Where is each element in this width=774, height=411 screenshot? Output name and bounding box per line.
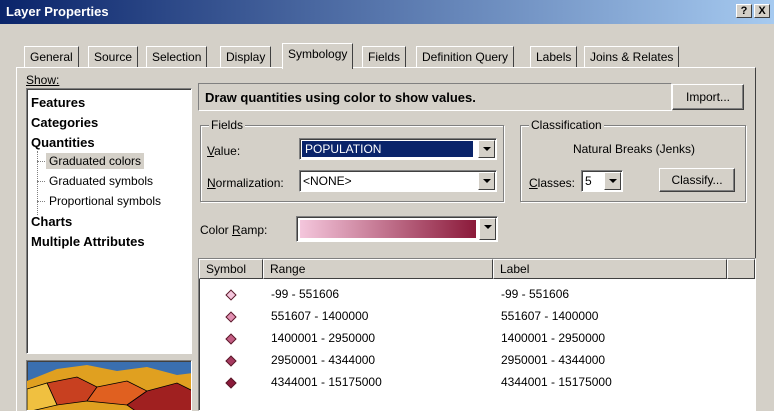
import-button-label: Import... [685, 90, 730, 104]
table-row[interactable]: 551607 - 1400000 551607 - 1400000 [199, 307, 755, 327]
normalization-label: Normalization: [207, 176, 284, 190]
label-cell[interactable]: 551607 - 1400000 [501, 309, 598, 323]
map-preview [26, 360, 192, 411]
tree-item-multiple-attributes[interactable]: Multiple Attributes [31, 234, 145, 249]
label-cell[interactable]: 2950001 - 4344000 [501, 353, 605, 367]
classification-method: Natural Breaks (Jenks) [572, 142, 696, 156]
tree-branch [37, 181, 45, 182]
tab-labels[interactable]: Labels [530, 46, 578, 68]
symbol-table[interactable]: Symbol Range Label -99 - 551606 -99 - 551… [198, 258, 756, 411]
diamond-symbol-icon[interactable] [225, 311, 237, 323]
label-cell[interactable]: -99 - 551606 [501, 287, 569, 301]
color-ramp-select[interactable] [296, 216, 498, 242]
show-tree[interactable]: Features Categories Quantities Graduated… [26, 88, 192, 354]
chevron-down-icon[interactable] [478, 140, 495, 158]
column-header-symbol[interactable]: Symbol [199, 259, 263, 279]
chevron-down-icon[interactable] [604, 172, 621, 190]
title-bar[interactable]: Layer Properties ? X [0, 0, 774, 24]
value-label: Value: [207, 144, 241, 158]
fields-group: Fields Value: POPULATION Normalization: … [200, 118, 504, 202]
tab-joins-relates[interactable]: Joins & Relates [584, 46, 680, 68]
fields-group-label: Fields [209, 118, 246, 132]
tree-item-quantities[interactable]: Quantities [31, 135, 95, 150]
tab-definition-query[interactable]: Definition Query [416, 46, 515, 68]
color-ramp-swatch [300, 220, 476, 238]
classify-button[interactable]: Classify... [659, 168, 735, 192]
close-button[interactable]: X [754, 4, 770, 18]
column-header-range[interactable]: Range [263, 259, 493, 279]
diamond-symbol-icon[interactable] [225, 355, 237, 367]
range-cell[interactable]: 2950001 - 4344000 [271, 353, 375, 367]
show-label: Show: [26, 73, 60, 87]
classes-select[interactable]: 5 [581, 170, 623, 192]
diamond-symbol-icon[interactable] [225, 333, 237, 345]
tab-source[interactable]: Source [88, 46, 139, 68]
value-select[interactable]: POPULATION [299, 138, 497, 160]
tab-symbology[interactable]: Symbology [282, 43, 354, 69]
tree-branch [37, 201, 45, 202]
tab-fields[interactable]: Fields [362, 46, 407, 68]
tab-selection[interactable]: Selection [146, 46, 208, 68]
column-header-label[interactable]: Label [493, 259, 727, 279]
tree-branch [37, 161, 45, 162]
help-button[interactable]: ? [736, 4, 752, 18]
tree-item-graduated-symbols[interactable]: Graduated symbols [49, 174, 153, 188]
map-thumbnail-image [27, 365, 191, 410]
label-cell[interactable]: 4344001 - 15175000 [501, 375, 612, 389]
table-row[interactable]: 2950001 - 4344000 2950001 - 4344000 [199, 351, 755, 371]
normalization-select[interactable]: <NONE> [299, 170, 497, 192]
classes-selected: 5 [585, 174, 592, 188]
diamond-symbol-icon[interactable] [225, 289, 237, 301]
range-cell[interactable]: -99 - 551606 [271, 287, 339, 301]
value-selected: POPULATION [302, 141, 473, 157]
tree-item-features[interactable]: Features [31, 95, 85, 110]
window-title: Layer Properties [6, 4, 109, 19]
color-ramp-label: Color Ramp: [200, 223, 268, 237]
diamond-symbol-icon[interactable] [225, 377, 237, 389]
range-cell[interactable]: 551607 - 1400000 [271, 309, 368, 323]
tree-item-graduated-colors[interactable]: Graduated colors [46, 153, 145, 169]
tree-item-categories[interactable]: Categories [31, 115, 98, 130]
description-text: Draw quantities using color to show valu… [205, 90, 476, 105]
import-button[interactable]: Import... [672, 84, 744, 110]
tree-item-proportional-symbols[interactable]: Proportional symbols [49, 194, 161, 208]
chevron-down-icon[interactable] [478, 172, 495, 190]
label-cell[interactable]: 1400001 - 2950000 [501, 331, 605, 345]
column-header-spacer [727, 259, 755, 279]
classification-group-label: Classification [529, 118, 604, 132]
tab-display[interactable]: Display [220, 46, 272, 68]
description-box: Draw quantities using color to show valu… [198, 83, 672, 111]
tab-general[interactable]: General [24, 46, 79, 68]
normalization-selected: <NONE> [303, 174, 352, 188]
tree-item-charts[interactable]: Charts [31, 214, 72, 229]
range-cell[interactable]: 4344001 - 15175000 [271, 375, 382, 389]
classification-group: Classification Natural Breaks (Jenks) Cl… [520, 118, 746, 202]
table-row[interactable]: 1400001 - 2950000 1400001 - 2950000 [199, 329, 755, 349]
chevron-down-icon[interactable] [479, 218, 496, 240]
classify-button-label: Classify... [671, 173, 723, 187]
range-cell[interactable]: 1400001 - 2950000 [271, 331, 375, 345]
table-row[interactable]: 4344001 - 15175000 4344001 - 15175000 [199, 373, 755, 393]
table-row[interactable]: -99 - 551606 -99 - 551606 [199, 285, 755, 305]
classes-label: Classes: [529, 176, 576, 190]
